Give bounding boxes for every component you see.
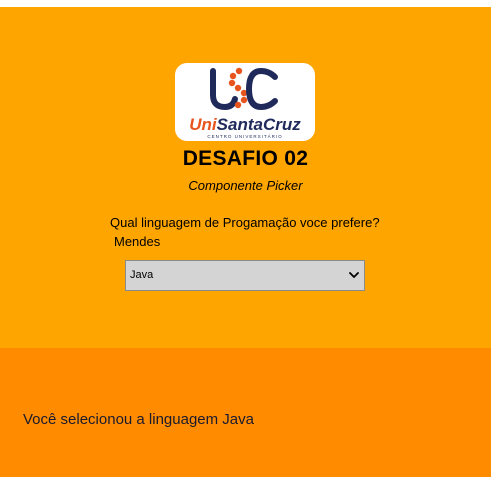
logo-brand-uni: Uni bbox=[189, 115, 218, 134]
logo-tagline: CENTRO UNIVERSITÁRIO bbox=[207, 133, 282, 139]
logo-brand-rest: SantaCruz bbox=[217, 115, 302, 134]
chevron-down-icon bbox=[349, 272, 359, 278]
app-screen: UniSantaCruz CENTRO UNIVERSITÁRIO DESAFI… bbox=[0, 0, 491, 479]
picker-selected-value: Java bbox=[130, 269, 154, 281]
selection-result-text: Você selecionou a linguagem Java bbox=[23, 411, 254, 428]
question-label: Qual linguagem de Progamação voce prefer… bbox=[110, 215, 380, 230]
svg-text:UniSantaCruz: UniSantaCruz bbox=[189, 115, 301, 134]
language-picker[interactable]: Java bbox=[125, 260, 365, 291]
page-title: DESAFIO 02 bbox=[182, 147, 309, 170]
page-subtitle: Componente Picker bbox=[188, 178, 303, 193]
unisantacruz-logo: UniSantaCruz CENTRO UNIVERSITÁRIO bbox=[175, 63, 315, 141]
logo-graphic: UniSantaCruz CENTRO UNIVERSITÁRIO bbox=[189, 67, 301, 139]
author-name: Mendes bbox=[114, 234, 161, 249]
